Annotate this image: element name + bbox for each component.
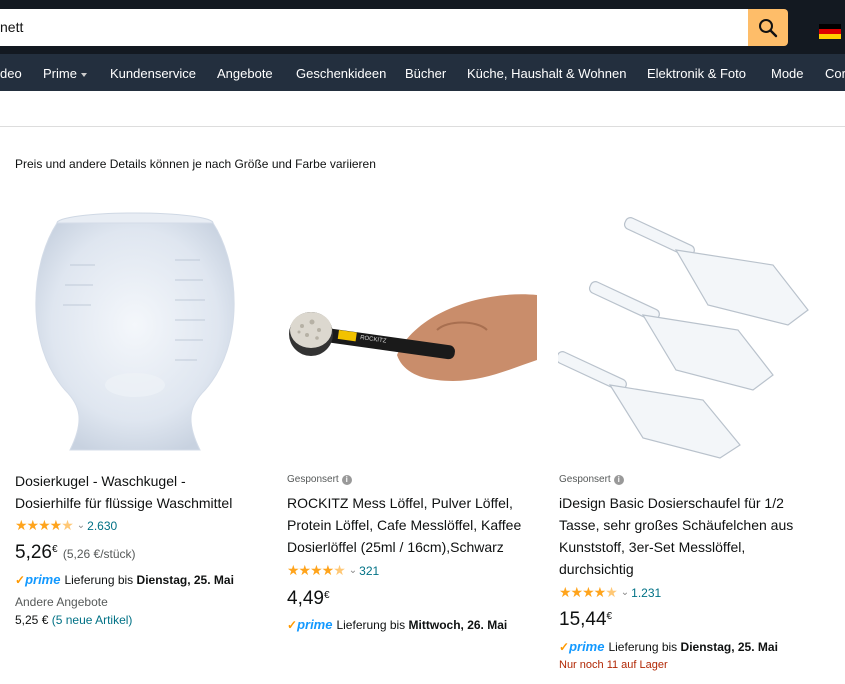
- prime-logo: prime: [25, 572, 61, 587]
- unit-price-1: (5,26 €/stück): [62, 547, 136, 561]
- delivery-info-3: ✓ prime Lieferung bis Dienstag, 25. Mai: [559, 639, 778, 654]
- sponsored-label-3: Gesponsert i: [559, 474, 624, 485]
- product-title-3-line2: Tasse, sehr großes Schäufelchen aus: [559, 517, 794, 533]
- rating-count-3: 1.231: [631, 585, 662, 600]
- product-title-2-line2: Protein Löffel, Cafe Messlöffel, Kaffee: [287, 517, 522, 533]
- nav-item-video[interactable]: deo: [0, 66, 22, 81]
- delivery-text-2: Lieferung bis: [336, 618, 406, 632]
- product-title-2[interactable]: ROCKITZ Mess Löffel, Pulver Löffel, Prot…: [287, 492, 521, 558]
- product-title-3-line1: iDesign Basic Dosierschaufel für 1/2: [559, 495, 784, 511]
- prime-logo: prime: [297, 617, 333, 632]
- rating-count-2: 321: [359, 563, 380, 578]
- price-main-1: 5,26: [15, 542, 52, 563]
- price-notice: Preis und andere Details können je nach …: [15, 157, 376, 171]
- nav-item-buecher[interactable]: Bücher: [405, 66, 446, 81]
- search-icon: [759, 18, 778, 37]
- product-title-1-line1: Dosierkugel - Waschkugel -: [15, 473, 186, 489]
- prime-check-icon: ✓: [287, 618, 298, 632]
- star-icon: ★★★★★: [287, 562, 346, 578]
- chevron-down-icon: ⌄: [76, 520, 86, 531]
- info-icon[interactable]: i: [341, 474, 352, 485]
- chevron-down-icon: ⌄: [620, 587, 630, 598]
- product-image-dosierkugel[interactable]: [25, 205, 245, 460]
- nav-item-mode[interactable]: Mode: [771, 66, 804, 81]
- prime-check-icon: ✓: [559, 640, 570, 654]
- star-icon: ★★★★★: [559, 584, 618, 600]
- product-image-idesign-scoops[interactable]: [558, 210, 813, 460]
- product-title-1-line2: Dosierhilfe für flüssige Waschmittel: [15, 495, 233, 511]
- sub-bar: [0, 91, 845, 127]
- sponsored-text-3: Gesponsert: [559, 474, 611, 485]
- product-rating-3[interactable]: ★★★★★ ⌄ 1.231: [559, 584, 661, 601]
- rating-count-1: 2.630: [87, 518, 118, 533]
- product-title-1[interactable]: Dosierkugel - Waschkugel - Dosierhilfe f…: [15, 470, 232, 514]
- main-nav: deo Prime Kundenservice Angebote Geschen…: [0, 54, 845, 91]
- nav-item-kundenservice[interactable]: Kundenservice: [110, 66, 196, 81]
- search-input[interactable]: [0, 9, 748, 46]
- stock-notice-3: Nur noch 11 auf Lager: [559, 659, 668, 671]
- top-bar: nett: [0, 0, 845, 54]
- product-price-3[interactable]: 15,44€: [559, 609, 612, 631]
- other-price-value: 5,25 €: [15, 613, 49, 627]
- price-main-3: 15,44: [559, 609, 607, 630]
- nav-item-angebote[interactable]: Angebote: [217, 66, 273, 81]
- star-icon: ★★★★★: [15, 517, 74, 533]
- product-price-2[interactable]: 4,49€: [287, 588, 330, 610]
- product-rating-2[interactable]: ★★★★★ ⌄ 321: [287, 562, 379, 579]
- price-currency-1: €: [51, 544, 58, 555]
- other-offers-label: Andere Angebote: [15, 595, 108, 609]
- nav-item-prime-label: Prime: [43, 66, 77, 81]
- product-rating-1[interactable]: ★★★★★ ⌄ 2.630: [15, 517, 117, 534]
- delivery-date-3: Dienstag, 25. Mai: [680, 640, 778, 654]
- product-title-3[interactable]: iDesign Basic Dosierschaufel für 1/2 Tas…: [559, 492, 793, 580]
- product-image-rockitz-spoon[interactable]: ROCKITZ: [287, 290, 537, 390]
- price-main-2: 4,49: [287, 588, 324, 609]
- nav-item-prime[interactable]: Prime: [43, 66, 87, 81]
- delivery-info-2: ✓ prime Lieferung bis Mittwoch, 26. Mai: [287, 617, 507, 632]
- search-input-value: nett: [0, 19, 24, 35]
- product-title-2-line3: Dosierlöffel (25ml / 16cm),Schwarz: [287, 539, 504, 555]
- product-price-1[interactable]: 5,26€ (5,26 €/stück): [15, 542, 136, 564]
- chevron-down-icon: [80, 72, 87, 77]
- nav-item-geschenkideen[interactable]: Geschenkideen: [296, 66, 386, 81]
- search-button[interactable]: [748, 9, 788, 46]
- nav-item-elektronik[interactable]: Elektronik & Foto: [647, 66, 746, 81]
- germany-flag-icon[interactable]: [819, 24, 841, 39]
- sponsored-label-2: Gesponsert i: [287, 474, 352, 485]
- sponsored-text-2: Gesponsert: [287, 474, 339, 485]
- delivery-info-1: ✓ prime Lieferung bis Dienstag, 25. Mai: [15, 572, 234, 587]
- other-offers-price: 5,25 € (5 neue Artikel): [15, 613, 132, 627]
- other-offers-link[interactable]: (5 neue Artikel): [52, 613, 133, 627]
- prime-logo: prime: [569, 639, 605, 654]
- chevron-down-icon: ⌄: [348, 565, 358, 576]
- nav-item-kueche[interactable]: Küche, Haushalt & Wohnen: [467, 66, 626, 81]
- nav-item-computer[interactable]: Cor: [825, 66, 845, 81]
- info-icon[interactable]: i: [613, 474, 624, 485]
- delivery-date-1: Dienstag, 25. Mai: [136, 573, 234, 587]
- price-currency-2: €: [323, 590, 330, 601]
- price-currency-3: €: [606, 611, 613, 622]
- product-title-3-line4: durchsichtig: [559, 561, 634, 577]
- delivery-text-3: Lieferung bis: [608, 640, 678, 654]
- product-title-3-line3: Kunststoff, 3er-Set Messlöffel,: [559, 539, 746, 555]
- prime-check-icon: ✓: [15, 573, 26, 587]
- delivery-text-1: Lieferung bis: [64, 573, 134, 587]
- product-title-2-line1: ROCKITZ Mess Löffel, Pulver Löffel,: [287, 495, 513, 511]
- delivery-date-2: Mittwoch, 26. Mai: [408, 618, 508, 632]
